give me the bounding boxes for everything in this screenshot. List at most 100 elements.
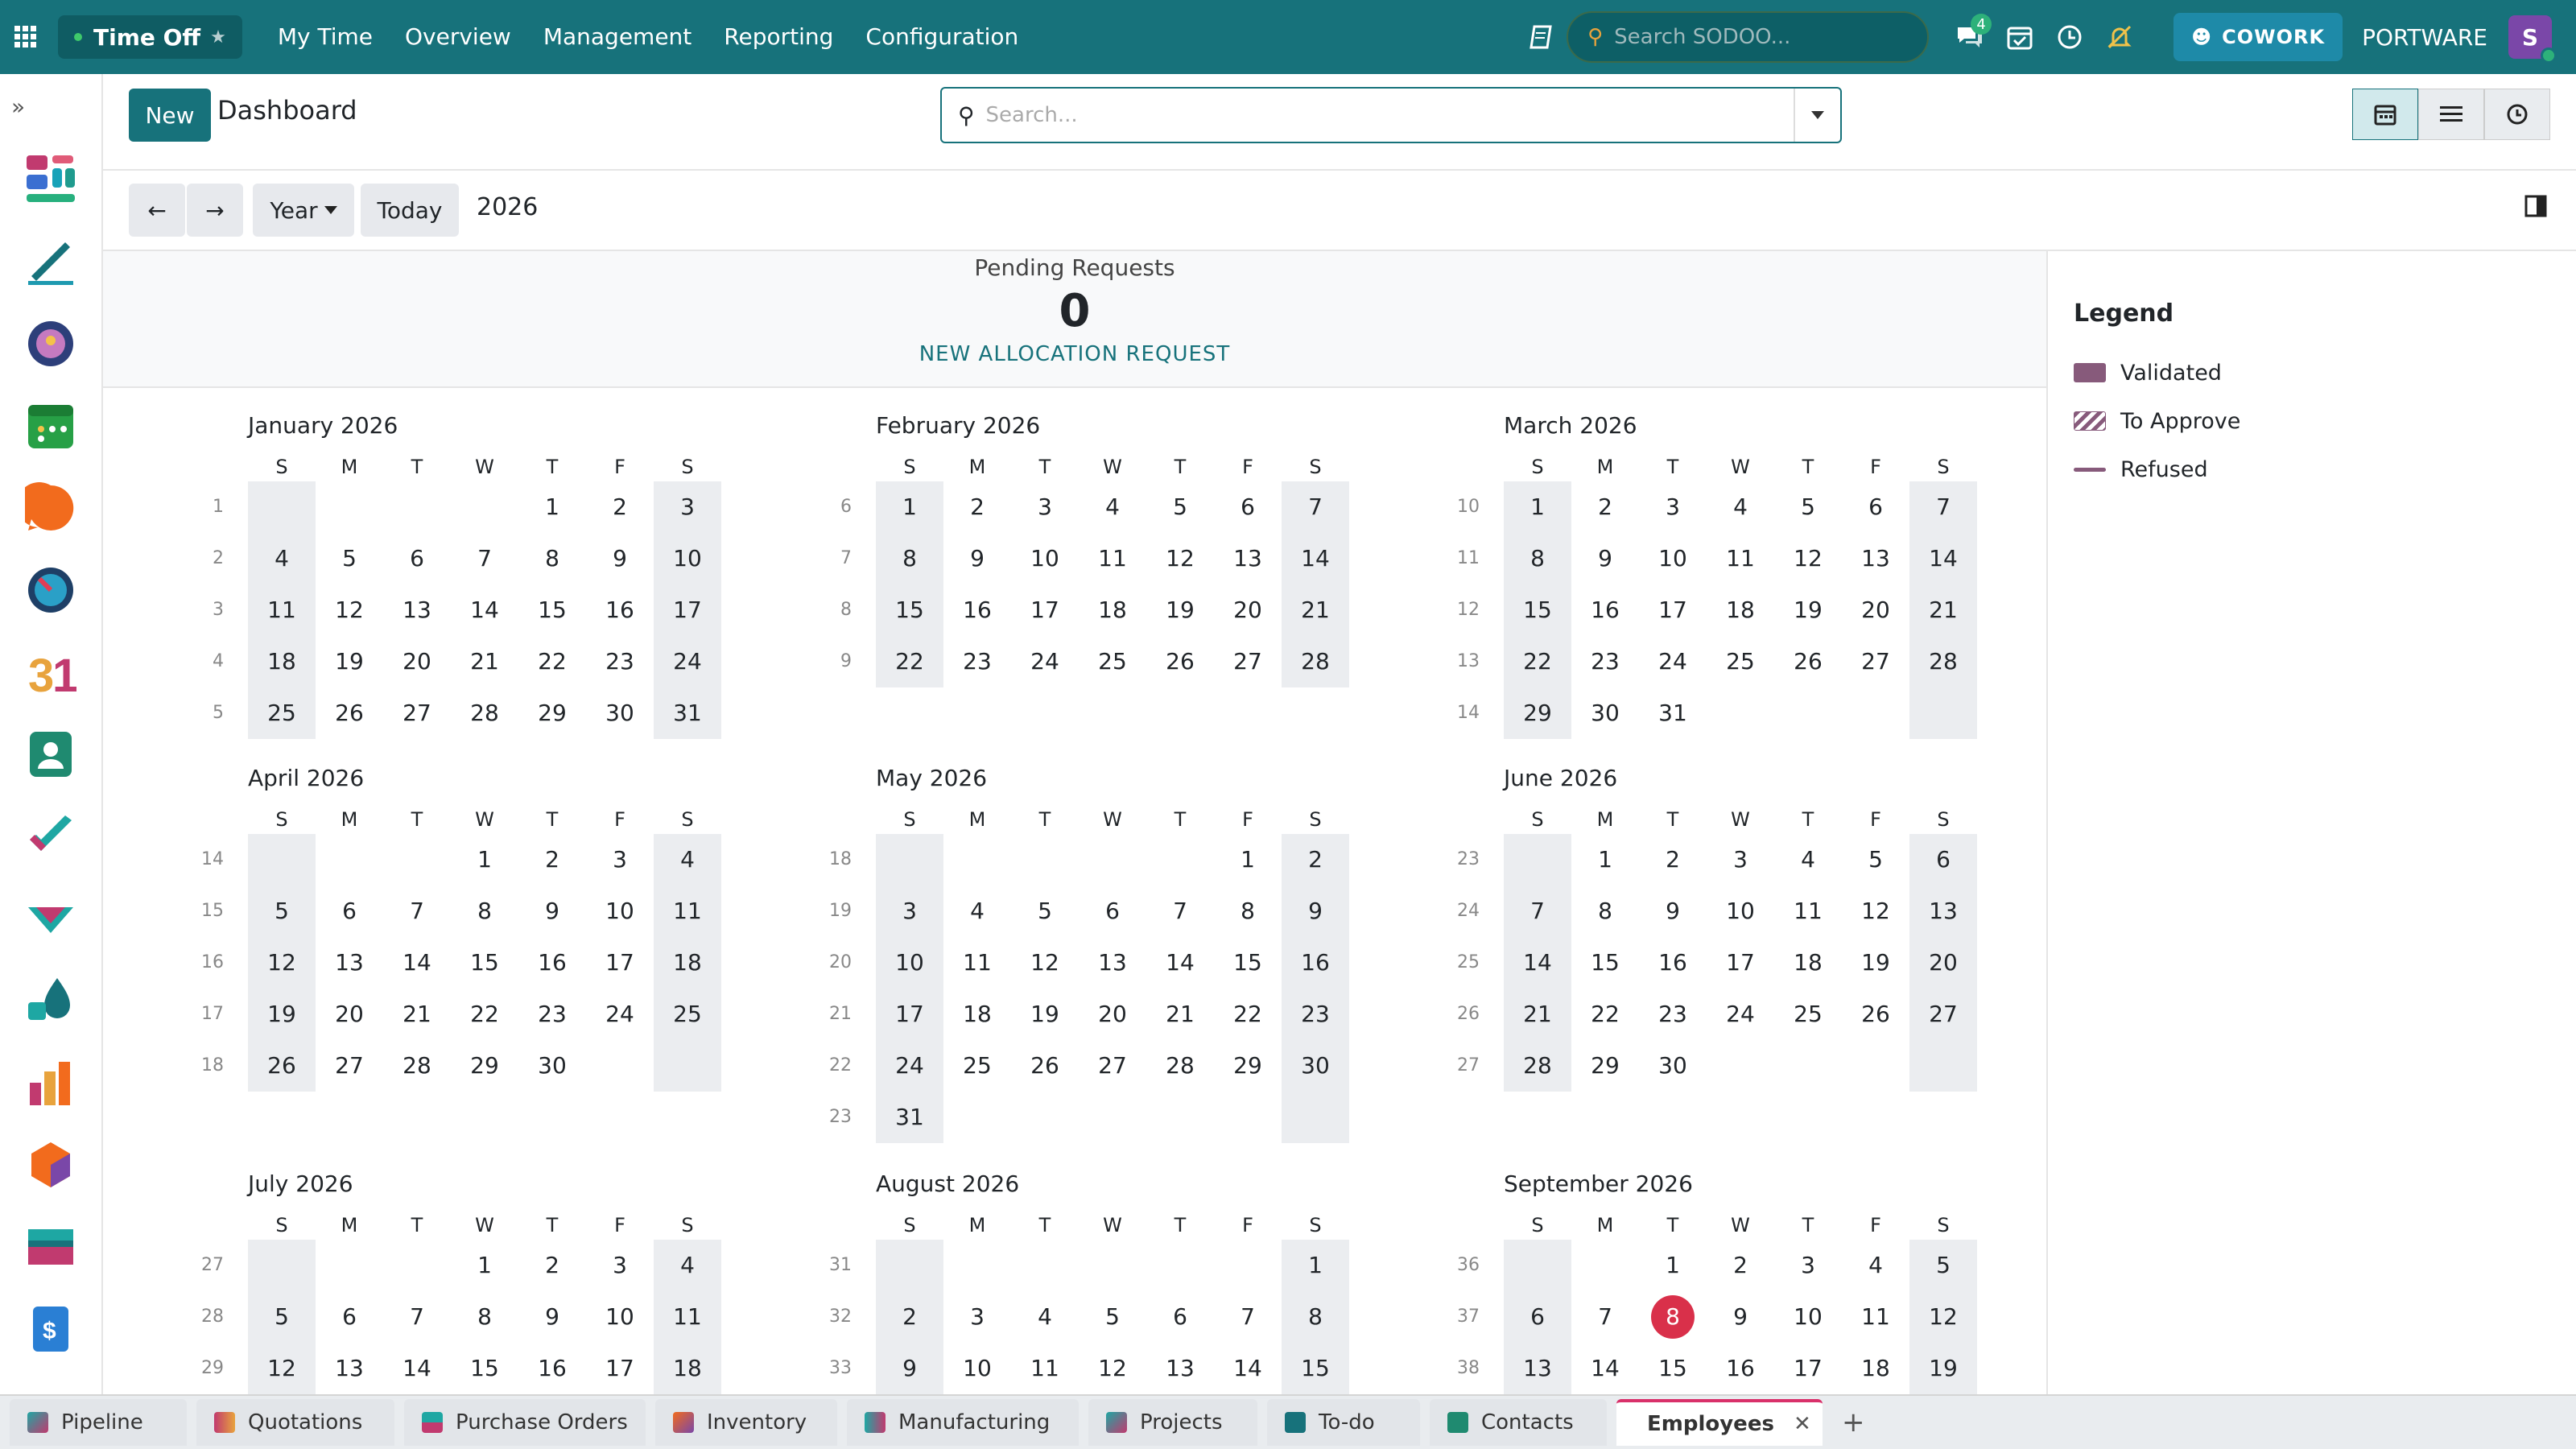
toggle-sidepanel-icon[interactable] xyxy=(2524,195,2547,221)
day-cell[interactable]: 20 xyxy=(1842,584,1909,636)
day-cell[interactable]: 11 xyxy=(1011,1343,1079,1394)
day-cell[interactable]: 9 xyxy=(1639,886,1707,937)
day-cell[interactable]: 15 xyxy=(1639,1343,1707,1394)
day-cell[interactable]: 27 xyxy=(316,1040,383,1092)
search-options-icon[interactable] xyxy=(1794,89,1840,142)
day-cell[interactable]: 5 xyxy=(316,533,383,584)
day-cell[interactable]: 6 xyxy=(383,533,451,584)
inventory-app-icon[interactable] xyxy=(0,1124,101,1206)
day-cell[interactable]: 1 xyxy=(1282,1240,1349,1291)
search-input[interactable]: Search... xyxy=(975,103,1794,127)
helpdesk-app-icon[interactable] xyxy=(0,877,101,960)
day-cell[interactable]: 17 xyxy=(654,584,721,636)
tab-purchase-orders[interactable]: Purchase Orders xyxy=(404,1399,646,1446)
day-cell[interactable]: 3 xyxy=(1639,481,1707,533)
calendar-app-icon[interactable] xyxy=(0,385,101,467)
day-cell[interactable]: 14 xyxy=(1282,533,1349,584)
day-cell[interactable]: 6 xyxy=(1214,481,1282,533)
day-cell[interactable]: 16 xyxy=(518,1343,586,1394)
day-cell[interactable]: 18 xyxy=(248,636,316,687)
day-cell[interactable]: 15 xyxy=(1214,937,1282,989)
day-cell[interactable]: 31 xyxy=(1639,687,1707,739)
timesheet-app-icon[interactable] xyxy=(0,549,101,631)
day-cell[interactable]: 27 xyxy=(1079,1040,1146,1092)
previous-arrow-icon[interactable]: ← xyxy=(129,184,185,237)
day-cell[interactable]: 13 xyxy=(1504,1343,1571,1394)
day-cell[interactable]: 12 xyxy=(1774,533,1842,584)
day-cell[interactable]: 9 xyxy=(586,533,654,584)
day-cell[interactable]: 5 xyxy=(1079,1291,1146,1343)
day-cell[interactable]: 31 xyxy=(876,1092,943,1143)
day-cell[interactable]: 19 xyxy=(1909,1343,1977,1394)
day-cell[interactable]: 10 xyxy=(1639,533,1707,584)
day-cell[interactable]: 15 xyxy=(451,1343,518,1394)
day-cell[interactable]: 20 xyxy=(1079,989,1146,1040)
day-cell[interactable]: 5 xyxy=(1774,481,1842,533)
day-cell[interactable]: 18 xyxy=(943,989,1011,1040)
day-cell[interactable]: 3 xyxy=(654,481,721,533)
day-cell[interactable]: 1 xyxy=(1639,1240,1707,1291)
day-cell[interactable]: 23 xyxy=(518,989,586,1040)
day-cell[interactable]: 19 xyxy=(1011,989,1079,1040)
tab-projects[interactable]: Projects xyxy=(1088,1399,1257,1446)
day-cell[interactable]: 4 xyxy=(654,834,721,886)
tab-quotations[interactable]: Quotations xyxy=(196,1399,394,1446)
day-cell[interactable]: 17 xyxy=(1774,1343,1842,1394)
day-cell[interactable]: 3 xyxy=(943,1291,1011,1343)
day-cell[interactable]: 6 xyxy=(1909,834,1977,886)
tab-manufacturing[interactable]: Manufacturing xyxy=(847,1399,1079,1446)
day-cell[interactable]: 21 xyxy=(451,636,518,687)
day-cell[interactable]: 14 xyxy=(1909,533,1977,584)
day-cell[interactable]: 8 xyxy=(1214,886,1282,937)
menu-overview[interactable]: Overview xyxy=(389,0,527,74)
day-cell[interactable]: 24 xyxy=(876,1040,943,1092)
day-cell[interactable]: 28 xyxy=(383,1040,451,1092)
menu-configuration[interactable]: Configuration xyxy=(849,0,1034,74)
day-cell[interactable]: 16 xyxy=(1571,584,1639,636)
day-cell[interactable]: 3 xyxy=(1774,1240,1842,1291)
tab-inventory[interactable]: Inventory xyxy=(655,1399,837,1446)
day-cell[interactable]: 25 xyxy=(1079,636,1146,687)
day-cell[interactable]: 13 xyxy=(1909,886,1977,937)
day-cell[interactable]: 9 xyxy=(876,1343,943,1394)
day-cell[interactable]: 19 xyxy=(316,636,383,687)
day-cell[interactable]: 27 xyxy=(1214,636,1282,687)
spreadsheet-app-icon[interactable] xyxy=(0,1042,101,1124)
day-cell[interactable]: 11 xyxy=(1774,886,1842,937)
day-cell[interactable]: 22 xyxy=(1214,989,1282,1040)
day-cell[interactable]: 5 xyxy=(1842,834,1909,886)
day-cell[interactable]: 2 xyxy=(1707,1240,1774,1291)
tab-contacts[interactable]: Contacts xyxy=(1430,1399,1607,1446)
day-cell[interactable]: 13 xyxy=(316,1343,383,1394)
day-cell[interactable]: 4 xyxy=(1774,834,1842,886)
day-cell[interactable]: 1 xyxy=(451,1240,518,1291)
day-cell[interactable]: 2 xyxy=(943,481,1011,533)
day-cell[interactable]: 15 xyxy=(1282,1343,1349,1394)
pin-icon[interactable]: ★ xyxy=(210,27,226,47)
invoicing-app-icon[interactable]: $ xyxy=(0,1288,101,1370)
day-cell[interactable]: 7 xyxy=(383,886,451,937)
day-cell[interactable]: 24 xyxy=(1707,989,1774,1040)
day-cell[interactable]: 23 xyxy=(1639,989,1707,1040)
day-cell[interactable]: 19 xyxy=(1842,937,1909,989)
day-cell[interactable]: 14 xyxy=(383,937,451,989)
day-cell[interactable]: 22 xyxy=(876,636,943,687)
day-cell[interactable]: 22 xyxy=(1571,989,1639,1040)
day-cell[interactable]: 23 xyxy=(1282,989,1349,1040)
day-cell[interactable]: 8 xyxy=(876,533,943,584)
tab-pipeline[interactable]: Pipeline xyxy=(10,1399,187,1446)
day-cell[interactable]: 10 xyxy=(1011,533,1079,584)
day-cell[interactable]: 15 xyxy=(1504,584,1571,636)
day-cell[interactable]: 11 xyxy=(1079,533,1146,584)
current-app[interactable]: Time Off ★ xyxy=(58,15,242,59)
day-cell[interactable]: 29 xyxy=(451,1040,518,1092)
day-cell[interactable]: 29 xyxy=(518,687,586,739)
next-arrow-icon[interactable]: → xyxy=(187,184,243,237)
day-cell[interactable]: 23 xyxy=(943,636,1011,687)
day-cell[interactable]: 4 xyxy=(1842,1240,1909,1291)
day-cell[interactable]: 25 xyxy=(654,989,721,1040)
day-cell[interactable]: 12 xyxy=(316,584,383,636)
chat-icon[interactable]: 4 xyxy=(1945,12,1995,62)
day-cell[interactable]: 16 xyxy=(518,937,586,989)
expand-sidebar-icon[interactable]: » xyxy=(0,74,101,138)
